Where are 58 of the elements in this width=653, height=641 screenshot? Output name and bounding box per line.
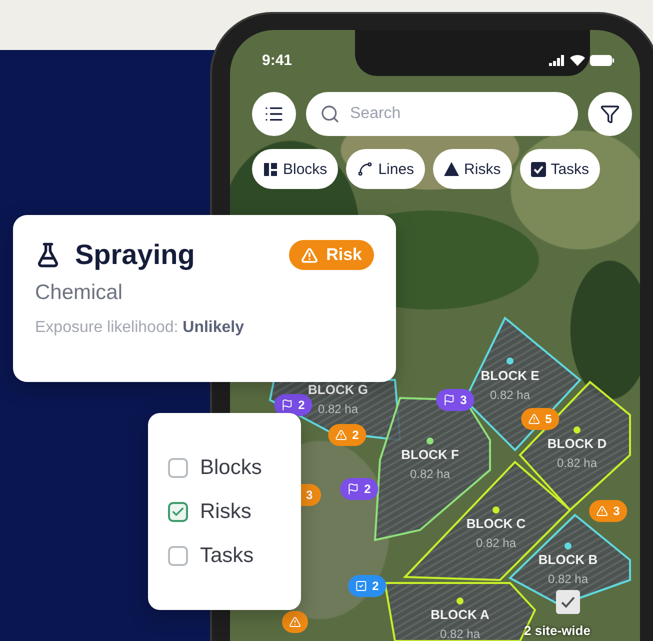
checkbox-icon	[355, 580, 368, 592]
block-area: 0.82 ha	[476, 536, 516, 550]
checkbox[interactable]	[168, 502, 188, 522]
block-name: BLOCK C	[466, 516, 526, 531]
search-field[interactable]: Search	[306, 92, 578, 136]
flask-icon	[35, 242, 61, 268]
filter-icon	[600, 104, 620, 124]
block-area: 0.82 ha	[548, 572, 588, 586]
card-category: Chemical	[35, 281, 124, 305]
flag-icon	[443, 394, 456, 406]
block-name: BLOCK F	[401, 447, 459, 462]
warning-icon	[289, 616, 301, 628]
layer-filter-option[interactable]: Risks	[168, 500, 281, 524]
layer-chip[interactable]: Risks	[433, 149, 512, 189]
block-area: 0.82 ha	[410, 467, 450, 481]
checkbox-icon	[556, 590, 580, 614]
layer-chip[interactable]: Tasks	[520, 149, 600, 189]
menu-button[interactable]	[252, 92, 296, 136]
card-title: Spraying	[75, 239, 195, 271]
block-area: 0.82 ha	[490, 388, 530, 402]
warning-icon	[528, 413, 540, 425]
layer-chip[interactable]: Blocks	[252, 149, 338, 189]
flag-marker[interactable]: 2	[340, 478, 378, 500]
block-name: BLOCK G	[308, 382, 368, 397]
flag-icon	[347, 483, 360, 495]
block-area: 0.82 ha	[440, 627, 480, 641]
blocks-icon	[263, 162, 278, 176]
checkbox[interactable]	[168, 458, 188, 478]
filter-button[interactable]	[588, 92, 632, 136]
block-name: BLOCK A	[430, 607, 490, 622]
wifi-icon	[570, 54, 585, 66]
status-time: 9:41	[262, 52, 292, 68]
risk-marker[interactable]	[282, 611, 308, 633]
flag-marker[interactable]: 3	[436, 389, 474, 411]
block-name: BLOCK B	[538, 552, 598, 567]
warning-icon	[335, 429, 348, 441]
search-icon	[320, 104, 340, 124]
layer-filter-option[interactable]: Tasks	[168, 544, 281, 568]
route-icon	[357, 161, 374, 177]
block-area: 0.82 ha	[556, 456, 598, 470]
site-wide-label: 2 site-wide	[524, 623, 590, 638]
signal-icon	[549, 54, 565, 66]
block-area: 0.82 ha	[318, 402, 358, 416]
checkbox-icon	[530, 162, 546, 176]
layer-filter-option[interactable]: Blocks	[168, 456, 281, 480]
warning-icon	[301, 246, 318, 264]
checkmark-icon	[171, 504, 185, 518]
flag-icon	[281, 399, 294, 411]
card-detail: Exposure likelihood: Unlikely	[35, 319, 245, 337]
warning-icon	[596, 505, 608, 517]
battery-icon	[590, 54, 614, 66]
warning-icon	[444, 162, 460, 176]
block-name: BLOCK E	[480, 368, 540, 383]
layer-chip[interactable]: Lines	[346, 149, 426, 189]
task-marker[interactable]: 2	[348, 575, 386, 597]
risk-badge: Risk	[289, 240, 374, 270]
checkbox[interactable]	[168, 546, 188, 566]
block-name: BLOCK D	[547, 436, 607, 451]
